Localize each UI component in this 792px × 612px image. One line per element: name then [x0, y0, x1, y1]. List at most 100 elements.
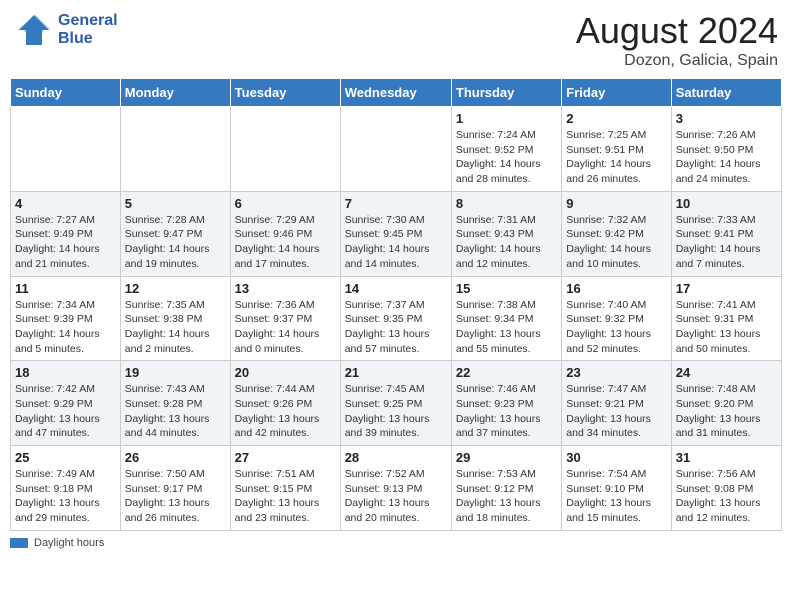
day-info: Sunrise: 7:52 AM Sunset: 9:13 PM Dayligh… [345, 467, 447, 526]
calendar-cell [120, 107, 230, 192]
logo-text: General Blue [58, 12, 118, 47]
day-info: Sunrise: 7:27 AM Sunset: 9:49 PM Dayligh… [15, 213, 116, 272]
calendar-cell: 26 Sunrise: 7:50 AM Sunset: 9:17 PM Dayli… [120, 446, 230, 531]
calendar-cell: 6 Sunrise: 7:29 AM Sunset: 9:46 PM Daylig… [230, 191, 340, 276]
day-number: 4 [15, 196, 116, 211]
day-info: Sunrise: 7:41 AM Sunset: 9:31 PM Dayligh… [676, 298, 777, 357]
calendar-cell: 23 Sunrise: 7:47 AM Sunset: 9:21 PM Dayli… [562, 361, 671, 446]
calendar-cell: 16 Sunrise: 7:40 AM Sunset: 9:32 PM Dayli… [562, 276, 671, 361]
day-number: 23 [566, 365, 666, 380]
calendar-cell: 19Sunrise: 7:43 AM Sunset: 9:28 PM Dayli… [120, 361, 230, 446]
day-info: Sunrise: 7:50 AM Sunset: 9:17 PM Dayligh… [125, 467, 226, 526]
calendar-cell: 17 Sunrise: 7:41 AM Sunset: 9:31 PM Dayli… [671, 276, 781, 361]
calendar-week-row: 11Sunrise: 7:34 AM Sunset: 9:39 PM Dayli… [11, 276, 782, 361]
calendar-cell: 8 Sunrise: 7:31 AM Sunset: 9:43 PM Daylig… [451, 191, 561, 276]
day-number: 31 [676, 450, 777, 465]
calendar-week-row: 18Sunrise: 7:42 AM Sunset: 9:29 PM Dayli… [11, 361, 782, 446]
footer: Daylight hours [10, 537, 782, 549]
day-info: Sunrise: 7:46 AM Sunset: 9:23 PM Dayligh… [456, 382, 557, 441]
calendar-cell: 27 Sunrise: 7:51 AM Sunset: 9:15 PM Dayli… [230, 446, 340, 531]
day-number: 3 [676, 111, 777, 126]
calendar-cell [340, 107, 451, 192]
day-number: 12 [125, 281, 226, 296]
day-info: Sunrise: 7:34 AM Sunset: 9:39 PM Dayligh… [15, 298, 116, 357]
calendar-cell [11, 107, 121, 192]
day-number: 6 [235, 196, 336, 211]
calendar-table: SundayMondayTuesdayWednesdayThursdayFrid… [10, 78, 782, 531]
calendar-cell: 21Sunrise: 7:45 AM Sunset: 9:25 PM Dayli… [340, 361, 451, 446]
day-info: Sunrise: 7:25 AM Sunset: 9:51 PM Dayligh… [566, 128, 666, 187]
calendar-cell: 2 Sunrise: 7:25 AM Sunset: 9:51 PM Daylig… [562, 107, 671, 192]
day-number: 8 [456, 196, 557, 211]
day-info: Sunrise: 7:49 AM Sunset: 9:18 PM Dayligh… [15, 467, 116, 526]
day-number: 26 [125, 450, 226, 465]
day-info: Sunrise: 7:48 AM Sunset: 9:20 PM Dayligh… [676, 382, 777, 441]
day-number: 28 [345, 450, 447, 465]
calendar-cell: 13 Sunrise: 7:36 AM Sunset: 9:37 PM Dayli… [230, 276, 340, 361]
day-info: Sunrise: 7:42 AM Sunset: 9:29 PM Dayligh… [15, 382, 116, 441]
day-number: 1 [456, 111, 557, 126]
day-number: 25 [15, 450, 116, 465]
day-info: Sunrise: 7:56 AM Sunset: 9:08 PM Dayligh… [676, 467, 777, 526]
day-info: Sunrise: 7:43 AM Sunset: 9:28 PM Dayligh… [125, 382, 226, 441]
calendar-cell: 1 Sunrise: 7:24 AM Sunset: 9:52 PM Daylig… [451, 107, 561, 192]
logo-icon [14, 10, 54, 50]
day-number: 21 [345, 365, 447, 380]
day-info: Sunrise: 7:53 AM Sunset: 9:12 PM Dayligh… [456, 467, 557, 526]
calendar-day-header: Saturday [671, 79, 781, 107]
day-info: Sunrise: 7:47 AM Sunset: 9:21 PM Dayligh… [566, 382, 666, 441]
day-number: 22 [456, 365, 557, 380]
calendar-week-row: 25 Sunrise: 7:49 AM Sunset: 9:18 PM Dayli… [11, 446, 782, 531]
day-info: Sunrise: 7:54 AM Sunset: 9:10 PM Dayligh… [566, 467, 666, 526]
calendar-cell: 3 Sunrise: 7:26 AM Sunset: 9:50 PM Daylig… [671, 107, 781, 192]
day-info: Sunrise: 7:40 AM Sunset: 9:32 PM Dayligh… [566, 298, 666, 357]
calendar-cell: 29Sunrise: 7:53 AM Sunset: 9:12 PM Dayli… [451, 446, 561, 531]
day-number: 30 [566, 450, 666, 465]
calendar-cell: 5 Sunrise: 7:28 AM Sunset: 9:47 PM Daylig… [120, 191, 230, 276]
calendar-header-row: SundayMondayTuesdayWednesdayThursdayFrid… [11, 79, 782, 107]
calendar-day-header: Friday [562, 79, 671, 107]
calendar-cell [230, 107, 340, 192]
month-year: August 2024 [576, 10, 778, 52]
day-info: Sunrise: 7:24 AM Sunset: 9:52 PM Dayligh… [456, 128, 557, 187]
calendar-cell: 31 Sunrise: 7:56 AM Sunset: 9:08 PM Dayli… [671, 446, 781, 531]
day-number: 17 [676, 281, 777, 296]
location: Dozon, Galicia, Spain [576, 52, 778, 70]
day-info: Sunrise: 7:33 AM Sunset: 9:41 PM Dayligh… [676, 213, 777, 272]
calendar-week-row: 4 Sunrise: 7:27 AM Sunset: 9:49 PM Daylig… [11, 191, 782, 276]
day-info: Sunrise: 7:44 AM Sunset: 9:26 PM Dayligh… [235, 382, 336, 441]
calendar-cell: 28 Sunrise: 7:52 AM Sunset: 9:13 PM Dayli… [340, 446, 451, 531]
day-info: Sunrise: 7:37 AM Sunset: 9:35 PM Dayligh… [345, 298, 447, 357]
day-number: 15 [456, 281, 557, 296]
day-info: Sunrise: 7:29 AM Sunset: 9:46 PM Dayligh… [235, 213, 336, 272]
calendar-day-header: Monday [120, 79, 230, 107]
logo-general: General [58, 12, 118, 30]
calendar-day-header: Sunday [11, 79, 121, 107]
day-info: Sunrise: 7:38 AM Sunset: 9:34 PM Dayligh… [456, 298, 557, 357]
day-number: 5 [125, 196, 226, 211]
day-number: 16 [566, 281, 666, 296]
calendar-cell: 25 Sunrise: 7:49 AM Sunset: 9:18 PM Dayli… [11, 446, 121, 531]
calendar-cell: 11Sunrise: 7:34 AM Sunset: 9:39 PM Dayli… [11, 276, 121, 361]
day-info: Sunrise: 7:26 AM Sunset: 9:50 PM Dayligh… [676, 128, 777, 187]
calendar-week-row: 1 Sunrise: 7:24 AM Sunset: 9:52 PM Daylig… [11, 107, 782, 192]
day-number: 20 [235, 365, 336, 380]
calendar-cell: 4 Sunrise: 7:27 AM Sunset: 9:49 PM Daylig… [11, 191, 121, 276]
day-info: Sunrise: 7:28 AM Sunset: 9:47 PM Dayligh… [125, 213, 226, 272]
calendar-cell: 30 Sunrise: 7:54 AM Sunset: 9:10 PM Dayli… [562, 446, 671, 531]
day-number: 9 [566, 196, 666, 211]
day-info: Sunrise: 7:35 AM Sunset: 9:38 PM Dayligh… [125, 298, 226, 357]
page-header: General Blue August 2024 Dozon, Galicia,… [10, 10, 782, 70]
day-number: 27 [235, 450, 336, 465]
calendar-cell: 24Sunrise: 7:48 AM Sunset: 9:20 PM Dayli… [671, 361, 781, 446]
calendar-cell: 14 Sunrise: 7:37 AM Sunset: 9:35 PM Dayli… [340, 276, 451, 361]
day-number: 13 [235, 281, 336, 296]
day-info: Sunrise: 7:31 AM Sunset: 9:43 PM Dayligh… [456, 213, 557, 272]
daylight-bar-icon [10, 538, 28, 548]
day-number: 2 [566, 111, 666, 126]
day-number: 7 [345, 196, 447, 211]
day-info: Sunrise: 7:51 AM Sunset: 9:15 PM Dayligh… [235, 467, 336, 526]
day-number: 14 [345, 281, 447, 296]
calendar-cell: 15 Sunrise: 7:38 AM Sunset: 9:34 PM Dayli… [451, 276, 561, 361]
day-info: Sunrise: 7:36 AM Sunset: 9:37 PM Dayligh… [235, 298, 336, 357]
